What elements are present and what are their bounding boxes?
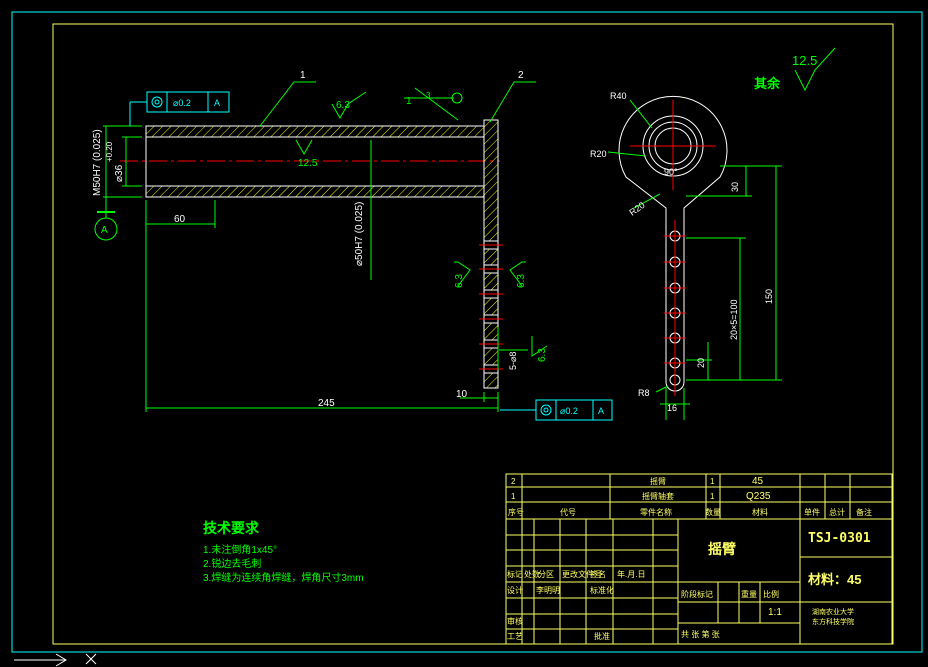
notes-item-2: 2.锐边去毛刺 bbox=[203, 557, 261, 570]
notes-item-3: 3.焊缝为连续角焊缝，焊角尺寸3mm bbox=[203, 571, 364, 584]
tol-top-datum: A bbox=[214, 98, 220, 108]
label-check: 审核 bbox=[507, 616, 523, 626]
roughness-12-5: 12.5 bbox=[298, 158, 318, 169]
dim-r20-b: R20 bbox=[627, 200, 646, 218]
text-layer: 1 2 A 1 3 ⌀0.2 A ⌀0.2 A M50H7 (0.025) ⌀3… bbox=[92, 53, 872, 641]
bom-header-no: 序号 bbox=[508, 507, 524, 517]
designer-name: 李明明 bbox=[536, 585, 560, 595]
label-ratio: 比例 bbox=[763, 589, 779, 599]
balloon-part-2: 2 bbox=[518, 70, 524, 81]
roughness-other-value: 12.5 bbox=[792, 53, 817, 68]
bom-header-name: 零件名称 bbox=[640, 507, 672, 517]
label-approve: 批准 bbox=[594, 631, 610, 641]
dim-5-d8: 5-⌀8 bbox=[508, 352, 518, 370]
dim-r8: R8 bbox=[638, 388, 650, 398]
bom-header-total: 总计 bbox=[829, 507, 845, 517]
bom-header-note: 备注 bbox=[856, 507, 872, 517]
label-sign: 签名 bbox=[590, 569, 606, 579]
label-standard: 标准化 bbox=[590, 585, 614, 595]
notes-title: 技术要求 bbox=[203, 520, 260, 536]
bom-row-1-qty: 1 bbox=[710, 492, 715, 501]
label-stage: 阶段标记 bbox=[681, 589, 713, 599]
dim-r40: R40 bbox=[610, 91, 627, 101]
technical-notes: 技术要求 1.未注倒角1x45° 2.锐边去毛刺 3.焊缝为连续角焊缝，焊角尺寸… bbox=[203, 520, 364, 584]
notes-item-1: 1.未注倒角1x45° bbox=[203, 543, 277, 556]
cad-drawing-viewport: 1 2 A 1 3 ⌀0.2 A ⌀0.2 A M50H7 (0.025) ⌀3… bbox=[0, 0, 928, 667]
dim-20: 20 bbox=[696, 358, 706, 368]
bom-row-1-no: 1 bbox=[511, 492, 516, 501]
balloon-part-1: 1 bbox=[300, 70, 306, 81]
title-block-text: 2 摇臂 1 45 1 摇臂轴套 1 Q235 序号 代号 零件名称 数量 材料… bbox=[507, 476, 872, 641]
drawing-number: TSJ-0301 bbox=[808, 531, 871, 546]
dim-60: 60 bbox=[174, 214, 186, 225]
bom-row-2-mat: 45 bbox=[752, 476, 764, 487]
label-weight: 重量 bbox=[741, 589, 757, 599]
weld-num-label: 3 bbox=[426, 91, 431, 100]
bom-header-code: 代号 bbox=[560, 507, 576, 517]
dim-angle-90: 90° bbox=[664, 167, 678, 177]
dim-d50: ⌀50H7 (0.025) bbox=[354, 202, 365, 266]
bom-row-1-name: 摇臂轴套 bbox=[642, 491, 674, 501]
scale-value: 1:1 bbox=[768, 607, 782, 618]
dim-16: 16 bbox=[667, 403, 677, 413]
bom-header-unit: 单件 bbox=[804, 507, 820, 517]
bom-row-2-no: 2 bbox=[511, 477, 516, 486]
datum-a-label: A bbox=[101, 225, 108, 236]
dim-m50: M50H7 (0.025) bbox=[92, 129, 103, 196]
label-mark: 标记 bbox=[507, 569, 523, 579]
dim-100: 20×5=100 bbox=[729, 299, 739, 340]
material-label: 材料：45 bbox=[808, 572, 861, 587]
dim-245: 245 bbox=[318, 398, 335, 409]
dim-30: 30 bbox=[730, 182, 740, 192]
label-craft: 工艺 bbox=[507, 632, 523, 641]
label-date: 年.月.日 bbox=[617, 569, 645, 579]
dim-r20-a: R20 bbox=[590, 149, 607, 159]
tol-top-value: ⌀0.2 bbox=[173, 98, 191, 108]
school-line-1: 湖南农业大学 bbox=[812, 607, 854, 616]
label-zone: 分区 bbox=[538, 570, 554, 579]
dim-d36: ⌀36 bbox=[114, 164, 125, 182]
roughness-6-3-a: 6.3 bbox=[336, 100, 350, 111]
dim-150: 150 bbox=[764, 289, 774, 304]
school-line-2: 东方科技学院 bbox=[812, 617, 854, 626]
tol-bottom-datum: A bbox=[598, 406, 604, 416]
label-sheets: 共 张 第 张 bbox=[681, 629, 720, 639]
dim-d36-tol: +0.20 bbox=[105, 141, 114, 162]
bom-header-mat: 材料 bbox=[752, 507, 768, 517]
roughness-6-3-d: 6.3 bbox=[537, 348, 548, 362]
bom-header-qty: 数量 bbox=[705, 507, 721, 517]
bom-row-2-name: 摇臂 bbox=[650, 476, 666, 486]
part-name: 摇臂 bbox=[708, 541, 736, 557]
dim-10: 10 bbox=[456, 389, 468, 400]
label-design: 设计 bbox=[507, 585, 523, 595]
bom-row-2-qty: 1 bbox=[710, 477, 715, 486]
roughness-6-3-b: 6.3 bbox=[454, 274, 465, 288]
weld-ref-label: 1 bbox=[406, 96, 412, 107]
roughness-other-label: 其余 bbox=[754, 76, 781, 91]
tol-bottom-value: ⌀0.2 bbox=[560, 406, 578, 416]
roughness-6-3-c: 6.3 bbox=[516, 274, 527, 288]
bom-row-1-mat: Q235 bbox=[746, 491, 771, 502]
